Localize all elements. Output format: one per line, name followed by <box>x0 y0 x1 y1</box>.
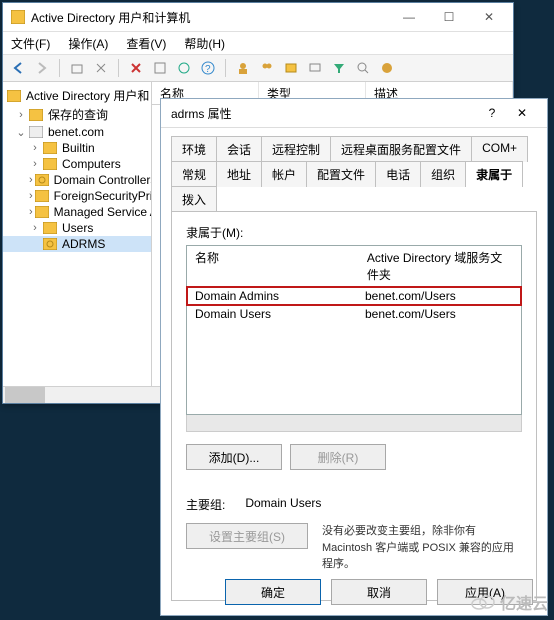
properties-dialog: adrms 属性 ? ✕ 环境 会话 远程控制 远程桌面服务配置文件 COM+ … <box>160 98 548 616</box>
back-icon[interactable] <box>9 59 27 77</box>
primary-value: Domain Users <box>245 496 321 513</box>
svg-text:?: ? <box>205 64 211 75</box>
folder-icon <box>7 90 21 102</box>
watermark: 亿速云 <box>470 590 548 614</box>
settings-icon[interactable] <box>378 59 396 77</box>
aduc-titlebar: Active Directory 用户和计算机 — ☐ ✕ <box>3 3 513 32</box>
close-button[interactable]: ✕ <box>469 3 509 31</box>
delete-icon[interactable] <box>127 59 145 77</box>
tree-node[interactable]: ›Managed Service Accounts <box>3 204 151 220</box>
folder-icon <box>29 109 43 121</box>
tab-account[interactable]: 帐户 <box>261 161 307 187</box>
computer-icon[interactable] <box>306 59 324 77</box>
filter-icon[interactable] <box>330 59 348 77</box>
tree-domain[interactable]: ⌄benet.com <box>3 124 151 140</box>
memberof-label: 隶属于(M): <box>186 224 522 241</box>
memberof-list[interactable]: 名称 Active Directory 域服务文件夹 Domain Admins… <box>186 245 522 415</box>
menu-view[interactable]: 查看(V) <box>124 33 168 54</box>
tab-dialin[interactable]: 拨入 <box>171 186 217 212</box>
tab-profile[interactable]: 配置文件 <box>306 161 376 187</box>
find-icon[interactable] <box>354 59 372 77</box>
tab-rds[interactable]: 远程桌面服务配置文件 <box>330 136 472 162</box>
set-primary-button: 设置主要组(S) <box>186 523 308 549</box>
memberof-header: 名称 Active Directory 域服务文件夹 <box>187 246 521 287</box>
dialog-title: adrms 属性 <box>171 105 477 122</box>
tab-remote[interactable]: 远程控制 <box>261 136 331 162</box>
cloud-icon <box>470 593 496 611</box>
tree-node[interactable]: ›Domain Controllers <box>3 172 151 188</box>
primary-note: 没有必要改变主要组，除非你有 Macintosh 客户端或 POSIX 兼容的应… <box>322 523 522 573</box>
tab-body: 隶属于(M): 名称 Active Directory 域服务文件夹 Domai… <box>171 211 537 601</box>
tree-saved[interactable]: ›保存的查询 <box>3 105 151 124</box>
tab-tel[interactable]: 电话 <box>375 161 421 187</box>
folder-icon <box>43 158 57 170</box>
fwd-icon[interactable] <box>33 59 51 77</box>
ou-icon <box>35 174 49 186</box>
tree-node[interactable]: ›Users <box>3 220 151 236</box>
list-scrollbar[interactable] <box>186 415 522 432</box>
app-icon <box>11 10 25 24</box>
up-icon[interactable] <box>68 59 86 77</box>
primary-label: 主要组: <box>186 496 225 513</box>
menu-file[interactable]: 文件(F) <box>9 33 52 54</box>
tree-node[interactable]: ›ForeignSecurityPrincipals <box>3 188 151 204</box>
cancel-button[interactable]: 取消 <box>331 579 427 605</box>
menu-help[interactable]: 帮助(H) <box>182 33 227 54</box>
refresh-icon[interactable] <box>175 59 193 77</box>
tab-session[interactable]: 会话 <box>216 136 262 162</box>
maximize-button[interactable]: ☐ <box>429 3 469 31</box>
folder-icon <box>35 190 49 202</box>
tree-node-selected[interactable]: ADRMS <box>3 236 151 252</box>
toolbar: ? <box>3 55 513 82</box>
tree-node[interactable]: ›Computers <box>3 156 151 172</box>
tab-com[interactable]: COM+ <box>471 136 528 162</box>
dialog-close-button[interactable]: ✕ <box>507 106 537 120</box>
remove-button: 删除(R) <box>290 444 386 470</box>
tab-memberof[interactable]: 隶属于 <box>465 161 523 187</box>
member-row[interactable]: Domain Usersbenet.com/Users <box>187 305 521 323</box>
aduc-title: Active Directory 用户和计算机 <box>29 9 389 26</box>
col-folder[interactable]: Active Directory 域服务文件夹 <box>359 246 521 286</box>
folder-icon <box>43 222 57 234</box>
dialog-help-button[interactable]: ? <box>477 106 507 120</box>
member-row-highlighted[interactable]: Domain Adminsbenet.com/Users <box>187 287 521 305</box>
menubar: 文件(F) 操作(A) 查看(V) 帮助(H) <box>3 32 513 55</box>
tree-pane: Active Directory 用户和 ›保存的查询 ⌄benet.com ›… <box>3 82 152 386</box>
tab-row-2: 常规 地址 帐户 配置文件 电话 组织 隶属于 拨入 <box>161 161 547 211</box>
folder-icon <box>43 142 57 154</box>
tab-env[interactable]: 环境 <box>171 136 217 162</box>
tab-address[interactable]: 地址 <box>216 161 262 187</box>
domain-icon <box>29 126 43 138</box>
tab-row-1: 环境 会话 远程控制 远程桌面服务配置文件 COM+ <box>161 128 547 161</box>
group-icon[interactable] <box>258 59 276 77</box>
minimize-button[interactable]: — <box>389 3 429 31</box>
add-button[interactable]: 添加(D)... <box>186 444 282 470</box>
tree-node[interactable]: ›Builtin <box>3 140 151 156</box>
dialog-titlebar: adrms 属性 ? ✕ <box>161 99 547 128</box>
folder-icon <box>35 206 49 218</box>
tree-root[interactable]: Active Directory 用户和 <box>3 86 151 105</box>
props-icon[interactable] <box>151 59 169 77</box>
ou-icon[interactable] <box>282 59 300 77</box>
help-icon[interactable]: ? <box>199 59 217 77</box>
menu-action[interactable]: 操作(A) <box>66 33 110 54</box>
col-name[interactable]: 名称 <box>187 246 359 286</box>
ok-button[interactable]: 确定 <box>225 579 321 605</box>
cut-icon[interactable] <box>92 59 110 77</box>
tab-general[interactable]: 常规 <box>171 161 217 187</box>
user-icon[interactable] <box>234 59 252 77</box>
tab-org[interactable]: 组织 <box>420 161 466 187</box>
ou-icon <box>43 238 57 250</box>
